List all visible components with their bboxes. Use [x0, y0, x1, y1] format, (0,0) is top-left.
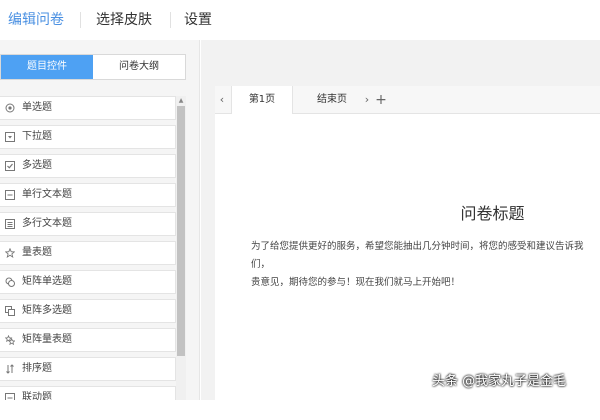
scrollbar-thumb[interactable] [177, 106, 185, 356]
matrix-radio-icon [5, 277, 15, 287]
control-multi-line-text[interactable]: 多行文本题 [0, 212, 176, 236]
control-label: 多选题 [22, 160, 52, 171]
control-matrix-multiple[interactable]: 矩阵多选题 [0, 299, 176, 323]
star-icon [5, 248, 15, 258]
control-label: 矩阵单选题 [22, 276, 72, 287]
control-matrix-single[interactable]: 矩阵单选题 [0, 270, 176, 294]
matrix-star-icon [5, 335, 15, 345]
watermark: 头条 @我家丸子是金毛 [432, 374, 567, 389]
tab-edit-survey[interactable]: 编辑问卷 [8, 10, 64, 30]
control-label: 矩阵量表题 [22, 334, 72, 345]
control-linkage[interactable]: 联动题 [0, 386, 176, 400]
control-label: 矩阵多选题 [22, 305, 72, 316]
dropdown-icon [5, 132, 15, 142]
control-label: 多行文本题 [22, 218, 72, 229]
survey-description[interactable]: 为了给您提供更好的服务，希望您能抽出几分钟时间，将您的感受和建议告诉我们， 贵意… [251, 238, 600, 292]
multi-line-text-icon [5, 219, 15, 229]
page-tab-page-1[interactable]: 第1页 [231, 86, 293, 115]
matrix-checkbox-icon [5, 306, 15, 316]
page-tab-end[interactable]: 结束页 [301, 86, 363, 114]
add-page-icon[interactable]: + [373, 86, 389, 114]
control-multiple-choice[interactable]: 多选题 [0, 154, 176, 178]
control-single-choice[interactable]: 单选题 [0, 96, 176, 120]
control-sort[interactable]: 排序题 [0, 357, 176, 381]
segment-survey-outline[interactable]: 问卷大纲 [93, 55, 185, 79]
question-control-list: 单选题 下拉题 多选题 单行文本题 多行文本题 量表题 矩阵单选题 矩阵多选题 … [0, 96, 176, 400]
control-scale[interactable]: 量表题 [0, 241, 176, 265]
checkbox-icon [5, 161, 15, 171]
tab-settings[interactable]: 设置 [184, 10, 212, 30]
single-line-text-icon [5, 190, 15, 200]
survey-canvas: ‹ 第1页 结束页 › + 问卷标题 为了给您提供更好的服务，希望您能抽出几分钟… [201, 40, 600, 420]
sort-icon [5, 364, 15, 374]
page-tab-bar: ‹ 第1页 结束页 › + [215, 86, 600, 115]
nav-divider [80, 12, 81, 28]
control-label: 单选题 [22, 102, 52, 113]
segment-question-controls[interactable]: 题目控件 [1, 55, 93, 79]
tab-select-skin[interactable]: 选择皮肤 [96, 10, 152, 30]
top-nav: 编辑问卷 选择皮肤 设置 [0, 0, 600, 40]
nav-divider [170, 12, 171, 28]
radio-icon [5, 103, 15, 113]
control-single-line-text[interactable]: 单行文本题 [0, 183, 176, 207]
control-label: 联动题 [22, 392, 52, 400]
chevron-left-icon[interactable]: ‹ [215, 86, 229, 114]
sidebar: 题目控件 问卷大纲 单选题 下拉题 多选题 单行文本题 多行文本题 量表题 矩阵… [0, 40, 200, 400]
control-label: 排序题 [22, 363, 52, 374]
chevron-right-icon[interactable]: › [360, 86, 374, 114]
control-dropdown[interactable]: 下拉题 [0, 125, 176, 149]
control-label: 单行文本题 [22, 189, 72, 200]
control-label: 下拉题 [22, 131, 52, 142]
survey-title[interactable]: 问卷标题 [215, 200, 600, 224]
control-matrix-scale[interactable]: 矩阵量表题 [0, 328, 176, 352]
scroll-up-arrow-icon[interactable]: ▲ [176, 96, 186, 106]
sidebar-scrollbar[interactable]: ▲ [176, 96, 186, 400]
control-label: 量表题 [22, 247, 52, 258]
sidebar-segment-control: 题目控件 问卷大纲 [0, 54, 186, 80]
linkage-icon [5, 393, 15, 400]
